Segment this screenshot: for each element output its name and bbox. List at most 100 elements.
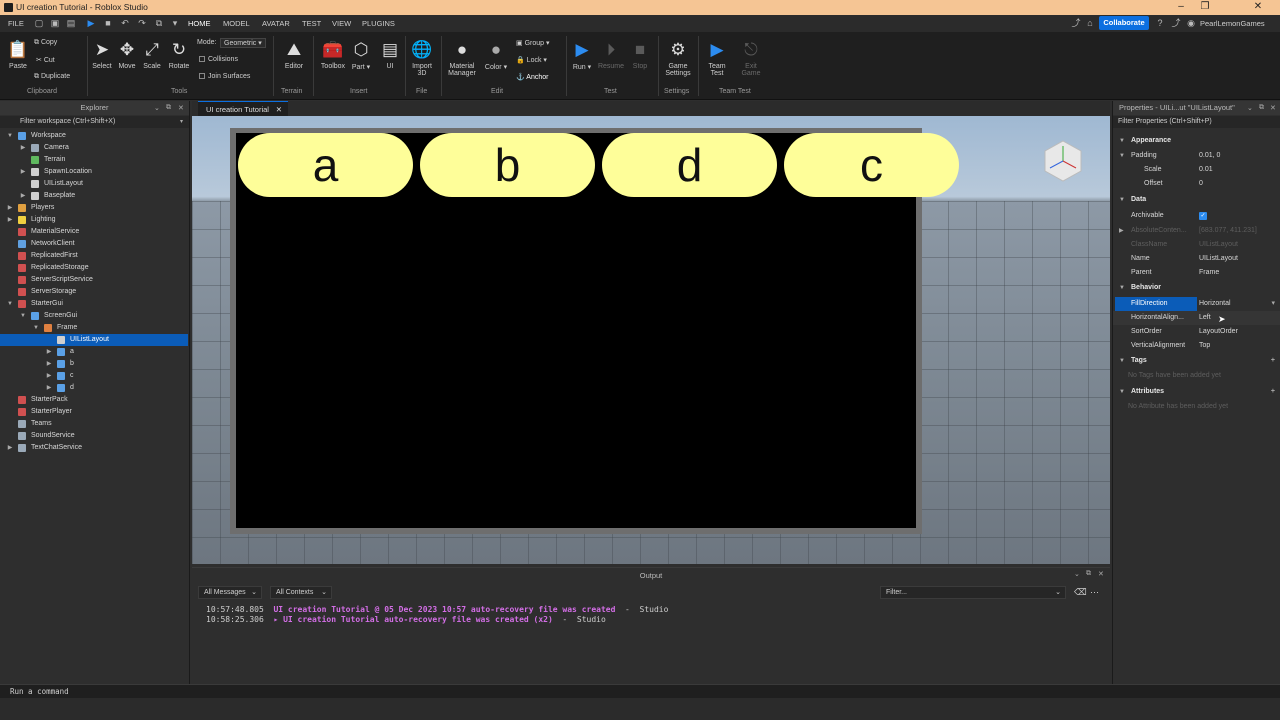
popout-icon[interactable]: ⧉ xyxy=(1259,104,1264,112)
section-tags[interactable]: ▼ Tags + xyxy=(1113,354,1280,368)
prop-vertical-alignment[interactable]: VerticalAlignment Top xyxy=(1113,339,1280,353)
expand-down-icon[interactable]: ▼ xyxy=(19,310,27,322)
popout-icon[interactable]: ⧉ xyxy=(1086,570,1091,578)
menu-model[interactable]: MODEL xyxy=(223,19,250,28)
redo-icon[interactable]: ↷ xyxy=(137,18,147,28)
context-filter-select[interactable]: All Contexts ⌄ xyxy=(270,586,332,599)
properties-filter-input[interactable]: Filter Properties (Ctrl+Shift+P) xyxy=(1113,116,1280,128)
stop-icon[interactable]: ■ xyxy=(103,18,113,28)
explorer-item[interactable]: ▶ TextChatService xyxy=(0,442,188,454)
expand-right-icon[interactable]: ▶ xyxy=(19,166,27,178)
explorer-item[interactable]: ▶ Players xyxy=(0,202,188,214)
explorer-item[interactable]: ▶ Lighting xyxy=(0,214,188,226)
text-button-b[interactable]: b xyxy=(420,133,595,197)
customize-icon[interactable]: ▾ xyxy=(170,18,180,28)
save-icon[interactable]: ▤ xyxy=(66,18,76,28)
explorer-item[interactable]: NetworkClient xyxy=(0,238,188,250)
explorer-item[interactable]: ReplicatedStorage xyxy=(0,262,188,274)
explorer-item[interactable]: ServerScriptService xyxy=(0,274,188,286)
prop-archivable[interactable]: Archivable ✓ xyxy=(1113,209,1280,223)
explorer-item[interactable]: Terrain xyxy=(0,154,188,166)
expand-right-icon[interactable]: ▶ xyxy=(6,442,14,454)
command-input[interactable]: Run a command xyxy=(10,687,69,696)
chevron-down-icon[interactable]: ▾ xyxy=(1271,297,1275,311)
explorer-item[interactable]: ServerStorage xyxy=(0,286,188,298)
text-button-a[interactable]: a xyxy=(238,133,413,197)
chevron-down-icon[interactable]: ⌄ xyxy=(154,104,160,112)
explorer-item[interactable]: ▼ StarterGui xyxy=(0,298,188,310)
close-icon[interactable]: ✕ xyxy=(276,102,282,117)
run-button[interactable]: ▶ Run ▾ xyxy=(570,40,594,71)
explorer-item[interactable]: ▶ Camera xyxy=(0,142,188,154)
3d-viewport[interactable]: a b d c xyxy=(192,116,1110,564)
expand-right-icon[interactable]: ▶ xyxy=(19,190,27,202)
close-icon[interactable]: ✕ xyxy=(1270,104,1276,112)
menu-view[interactable]: VIEW xyxy=(332,19,351,28)
restore-icon[interactable]: ❐ xyxy=(1199,1,1211,13)
explorer-item[interactable]: ▶ b xyxy=(0,358,188,370)
terrain-editor-button[interactable]: ⛰ Editor xyxy=(279,40,309,70)
explorer-item[interactable]: ▶ SpawnLocation xyxy=(0,166,188,178)
explorer-item[interactable]: ▶ d xyxy=(0,382,188,394)
ui-button[interactable]: ▤ UI xyxy=(379,40,401,70)
group-button[interactable]: ▣ Group ▾ xyxy=(516,39,550,47)
menu-file[interactable]: FILE xyxy=(8,19,24,28)
explorer-item[interactable]: ▼ Workspace xyxy=(0,130,188,142)
collisions-toggle[interactable]: Collisions xyxy=(199,56,238,63)
menu-test[interactable]: TEST xyxy=(302,19,321,28)
open-file-icon[interactable]: ▣ xyxy=(50,18,60,28)
expand-right-icon[interactable]: ▶ xyxy=(45,346,53,358)
material-manager-button[interactable]: ● Material Manager xyxy=(444,40,480,77)
import-3d-button[interactable]: 🌐 Import 3D xyxy=(408,40,436,77)
exit-game-button[interactable]: ⎋ Exit Game xyxy=(737,40,765,77)
section-behavior[interactable]: ▼ Behavior xyxy=(1113,281,1280,295)
explorer-item[interactable]: ▶ a xyxy=(0,346,188,358)
section-appearance[interactable]: ▼ Appearance xyxy=(1113,134,1280,148)
cut-button[interactable]: ✂ Cut xyxy=(36,56,55,64)
select-tool-button[interactable]: ➤ Select xyxy=(90,40,114,70)
notifications-icon[interactable]: ⌂ xyxy=(1085,18,1095,28)
copy-button[interactable]: ⧉ Copy xyxy=(34,39,57,47)
explorer-item[interactable]: StarterPack xyxy=(0,394,188,406)
message-filter-select[interactable]: All Messages ⌄ xyxy=(198,586,262,599)
output-filter-input[interactable]: Filter... ⌄ xyxy=(880,586,1066,599)
undo-icon[interactable]: ↶ xyxy=(120,18,130,28)
resume-button[interactable]: ⏵ Resume xyxy=(597,40,625,70)
explorer-item[interactable]: ▼ ScreenGui xyxy=(0,310,188,322)
prop-name[interactable]: Name UIListLayout xyxy=(1113,252,1280,266)
expand-right-icon[interactable]: ▶ xyxy=(45,382,53,394)
close-icon[interactable]: ✕ xyxy=(1252,1,1264,13)
clear-output-icon[interactable]: ⌫ xyxy=(1074,587,1087,598)
view-cube-icon[interactable] xyxy=(1040,138,1086,184)
prop-scale[interactable]: Scale 0.01 xyxy=(1113,163,1280,177)
chevron-down-icon[interactable]: ⌄ xyxy=(1074,570,1080,578)
new-file-icon[interactable]: ▢ xyxy=(34,18,44,28)
toolbox-button[interactable]: 🧰 Toolbox xyxy=(317,40,349,70)
prop-parent[interactable]: Parent Frame xyxy=(1113,266,1280,280)
minimize-icon[interactable]: – xyxy=(1175,1,1187,13)
part-button[interactable]: ⬡ Part ▾ xyxy=(350,40,372,71)
help-icon[interactable]: ? xyxy=(1155,18,1165,28)
add-icon[interactable]: + xyxy=(1271,354,1275,368)
text-button-d[interactable]: d xyxy=(602,133,777,197)
expand-right-icon[interactable]: ▶ xyxy=(19,142,27,154)
expand-right-icon[interactable]: ▶ xyxy=(45,358,53,370)
mode-select[interactable]: Geometric ▾ xyxy=(220,38,266,48)
explorer-item[interactable]: UIListLayout xyxy=(0,334,188,346)
join-surfaces-toggle[interactable]: Join Surfaces xyxy=(199,73,250,80)
username-label[interactable]: PearlLemonGames xyxy=(1200,19,1265,28)
add-icon[interactable]: + xyxy=(1271,385,1275,399)
move-tool-button[interactable]: ✥ Move xyxy=(115,40,139,70)
command-bar[interactable]: Run a command xyxy=(0,684,1280,698)
checkmark-icon[interactable]: ✓ xyxy=(1199,212,1207,220)
anchor-button[interactable]: ⚓ Anchor xyxy=(516,73,548,81)
expand-right-icon[interactable]: ▶ xyxy=(45,370,53,382)
explorer-item[interactable]: StarterPlayer xyxy=(0,406,188,418)
explorer-item[interactable]: UIListLayout xyxy=(0,178,188,190)
team-test-button[interactable]: ▶ Team Test xyxy=(703,40,731,77)
explorer-item[interactable]: Teams xyxy=(0,418,188,430)
color-button[interactable]: ● Color ▾ xyxy=(483,40,509,71)
chevron-down-icon[interactable]: ⌄ xyxy=(1247,104,1253,112)
play-icon[interactable]: ▶ xyxy=(86,18,96,28)
menu-home[interactable]: HOME xyxy=(188,19,211,28)
